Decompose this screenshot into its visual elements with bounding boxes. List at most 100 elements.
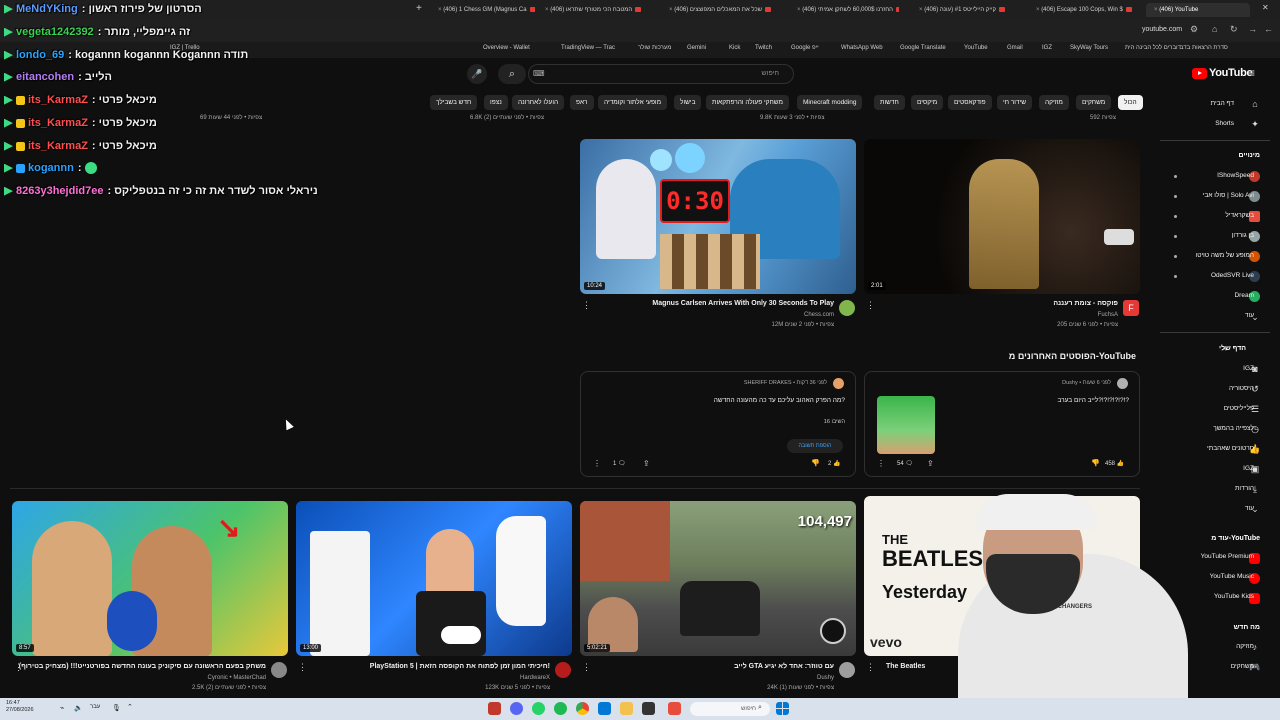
youtube-logo[interactable]: YouTube <box>1192 67 1253 79</box>
video-thumbnail[interactable]: 2:01 <box>864 139 1140 294</box>
menu-icon[interactable]: ≡ <box>1248 66 1255 80</box>
more-options-icon[interactable]: ⋮ <box>877 459 885 468</box>
sidebar-item-shorts[interactable]: Shorts <box>1215 120 1234 127</box>
sidebar-sub[interactable]: IShowSpeed <box>1217 172 1254 179</box>
channel-name[interactable]: FuchsA <box>1098 312 1118 318</box>
bookmark[interactable]: Google ייפ <box>791 45 819 51</box>
chip[interactable]: ראפ <box>570 95 594 110</box>
browser-tab[interactable]: × (406) המטבח הכי מטורף שתראו <box>537 3 647 17</box>
app-icon[interactable] <box>598 702 611 715</box>
network-icon[interactable]: ⌁ <box>60 704 64 712</box>
video-title[interactable]: Magnus Carlsen Arrives With Only 30 Seco… <box>652 300 834 307</box>
video-thumbnail[interactable]: 0:30 10:24 <box>580 139 856 294</box>
channel-avatar[interactable] <box>271 662 287 678</box>
sidebar-sub[interactable]: בן גורדון <box>1232 232 1254 239</box>
sidebar-item[interactable]: סרטונים שאהבתי <box>1207 445 1254 452</box>
bookmark[interactable]: Twitch <box>755 45 772 51</box>
forward-icon[interactable]: → <box>1248 24 1257 34</box>
sidebar-item-home[interactable]: דף הבית <box>1211 100 1234 107</box>
chevron-up-icon[interactable]: ⌃ <box>127 703 133 711</box>
home-icon[interactable]: ⌂ <box>1212 24 1217 34</box>
community-post[interactable]: SHERIFF DRAKES • לפני 36 דקות מה הפרק הא… <box>580 371 856 477</box>
video-thumbnail[interactable]: 104,497 5:02:21 <box>580 501 856 656</box>
chip[interactable]: משחקים <box>1076 95 1112 110</box>
more-options-icon[interactable]: ⋮ <box>582 300 591 311</box>
bookmark[interactable]: Gmail <box>1007 45 1023 51</box>
chip[interactable]: מיקסים <box>911 95 944 110</box>
channel-name[interactable]: Dushy <box>817 675 834 681</box>
channel-avatar[interactable] <box>839 662 855 678</box>
video-title[interactable]: פוקסה - צומת רעננה <box>1053 300 1118 307</box>
sidebar-sub[interactable]: OdedSVR Live <box>1211 272 1254 279</box>
search-button[interactable]: ⌕ <box>498 64 526 84</box>
sidebar-subs-header[interactable]: מינויים <box>1239 152 1260 159</box>
bookmark[interactable]: מערכות שולר <box>638 45 671 51</box>
discord-icon[interactable] <box>510 702 523 715</box>
chip[interactable]: Minecraft modding <box>797 95 863 110</box>
bookmark[interactable]: Kick <box>729 45 740 51</box>
chip[interactable]: מוזיקה <box>1039 95 1069 110</box>
more-options-icon[interactable]: ⋮ <box>866 662 875 673</box>
voice-search-icon[interactable]: 🎤 <box>467 64 487 84</box>
chip[interactable]: הועלו לאחרונה <box>512 95 565 110</box>
video-thumbnail[interactable]: 13:00 <box>296 501 572 656</box>
dislike-icon[interactable]: 👎 <box>1091 459 1100 467</box>
post-image[interactable] <box>877 396 935 454</box>
share-icon[interactable]: ⇪ <box>643 459 650 468</box>
channel-name[interactable]: Chess.com <box>804 312 834 318</box>
browser-tab[interactable]: × (406) 1 Chess GM (Magnus Ca <box>430 3 535 17</box>
dislike-icon[interactable]: 👎 <box>811 459 820 467</box>
bookmark[interactable]: WhatsApp Web <box>841 45 883 51</box>
sidebar-item[interactable]: פלייליסטים <box>1224 405 1254 412</box>
browser-tab[interactable]: × (406) שכל את המאכלים המפוצצים <box>661 3 781 17</box>
replies-count[interactable]: 16 השיבו <box>824 419 845 425</box>
sidebar-item[interactable]: היסטוריה <box>1229 385 1254 392</box>
community-post[interactable]: Dushy • לפני 6 שעות לייב היום בערב?!?!?!… <box>864 371 1140 477</box>
app-icon[interactable] <box>488 702 501 715</box>
channel-name[interactable]: Cyronic • MasterChad <box>208 675 266 681</box>
share-icon[interactable]: ⇪ <box>927 459 934 468</box>
browser-tab[interactable]: × (406) קייק היילייטס #1 (עונה <box>911 3 1021 17</box>
browser-tab-active[interactable]: × (406) YouTube <box>1146 3 1250 17</box>
url-text[interactable]: youtube.com <box>1142 26 1182 33</box>
browser-tab[interactable]: × (406) Escape 100 Cops, Win $ <box>1028 3 1143 17</box>
more-options-icon[interactable]: ⋮ <box>866 300 875 311</box>
bookmark[interactable]: Google Translate <box>900 45 946 51</box>
channel-avatar[interactable] <box>839 300 855 316</box>
sidebar-sub[interactable]: בשקראדיל <box>1225 212 1254 219</box>
chip[interactable]: פודקאסטים <box>948 95 992 110</box>
video-title[interactable]: לייב GTA עם טווזר: אחד לא יגיע <box>734 663 834 670</box>
folder-icon[interactable] <box>620 702 633 715</box>
more-options-icon[interactable]: ⋮ <box>14 662 23 673</box>
more-options-icon[interactable]: ⋮ <box>582 662 591 673</box>
bookmark[interactable]: Gemini <box>687 45 706 51</box>
sidebar-sub[interactable]: Dream <box>1234 292 1254 299</box>
chip-all[interactable]: הכול <box>1118 95 1143 110</box>
chip[interactable]: חדש בשבילך <box>430 95 478 110</box>
sidebar-item[interactable]: IGZ <box>1243 365 1254 372</box>
settings-icon[interactable]: ⚙ <box>1190 24 1198 35</box>
chrome-icon[interactable] <box>576 702 589 715</box>
bookmark[interactable]: TradingView — Trac <box>561 45 615 51</box>
windows-start-icon[interactable] <box>776 702 789 715</box>
channel-avatar[interactable]: F <box>1123 300 1139 316</box>
sidebar-more[interactable]: עוד <box>1245 312 1254 319</box>
bookmark[interactable]: דוברים לכל הבינה הית <box>1125 45 1181 51</box>
mic-icon[interactable]: 🎙 <box>112 704 121 712</box>
channel-avatar[interactable] <box>555 662 571 678</box>
chip[interactable]: שידור חי <box>997 95 1032 110</box>
keyboard-icon[interactable]: ⌨ <box>533 69 545 78</box>
browser-tab[interactable]: × (406) החזרנו 60,000$ לשחקן אמיתי <box>789 3 899 17</box>
more-options-icon[interactable]: ⋮ <box>593 459 601 468</box>
post-author[interactable]: SHERIFF DRAKES • לפני 36 דקות <box>744 380 827 386</box>
chip[interactable]: מופעי אלתור וקומדיה <box>598 95 668 110</box>
bookmark[interactable]: SkyWay Tours <box>1070 45 1108 51</box>
reload-icon[interactable]: ↻ <box>1230 24 1238 35</box>
bookmark[interactable]: Overview - Wallet <box>483 45 530 51</box>
bookmark[interactable]: סדרת הרצאות בדב <box>1180 45 1228 51</box>
channel-name[interactable]: HardwareX <box>520 675 550 681</box>
clock[interactable]: 16:47 27/08/2026 <box>6 700 34 714</box>
comments-count[interactable]: 54 🗨 <box>897 460 913 467</box>
app-icon[interactable] <box>642 702 655 715</box>
language-indicator[interactable]: עבר <box>90 704 100 710</box>
